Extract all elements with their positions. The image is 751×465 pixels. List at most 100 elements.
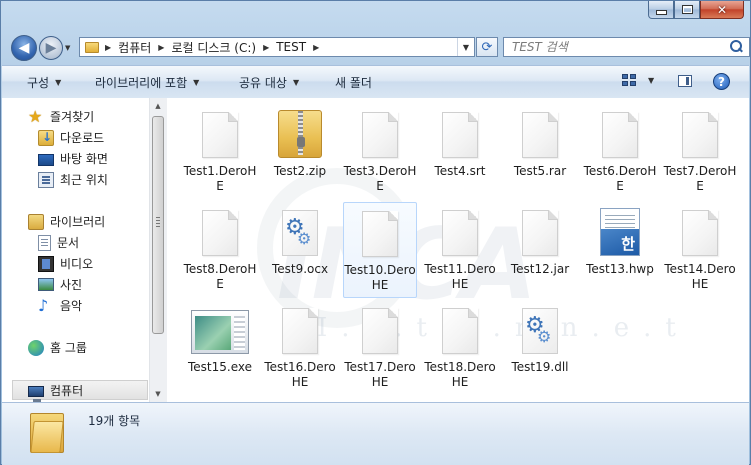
forward-arrow-icon: ▶ bbox=[45, 40, 57, 56]
details-pane: 19개 항목 bbox=[2, 402, 749, 465]
sidebar-item-videos[interactable]: 비디오 bbox=[38, 255, 93, 272]
exe-file-icon bbox=[191, 306, 249, 354]
maximize-button[interactable] bbox=[674, 1, 700, 19]
back-button[interactable]: ◀ bbox=[11, 35, 37, 61]
file-item[interactable]: Test10.DeroHE bbox=[343, 202, 417, 298]
search-input[interactable] bbox=[504, 38, 729, 56]
file-item[interactable]: ⚙ ⚙ Test9.ocx bbox=[263, 202, 337, 298]
search-icon[interactable] bbox=[729, 39, 745, 55]
file-item[interactable]: Test5.rar bbox=[503, 104, 577, 200]
scroll-down-icon[interactable]: ▼ bbox=[150, 386, 166, 402]
chevron-down-icon: ▼ bbox=[292, 78, 300, 87]
sidebar-item-recent-places[interactable]: 최근 위치 bbox=[38, 171, 108, 188]
change-view-button[interactable]: ▼ bbox=[622, 74, 654, 86]
documents-icon bbox=[38, 234, 51, 251]
file-name: Test2.zip bbox=[273, 164, 327, 178]
breadcrumb-local-disk[interactable]: 로컬 디스크 (C:) bbox=[171, 39, 256, 56]
preview-pane-icon[interactable] bbox=[678, 75, 692, 87]
blank-file-icon bbox=[196, 110, 244, 158]
file-item[interactable]: Test11.DeroHE bbox=[423, 202, 497, 298]
file-item[interactable]: 한 Test13.hwp bbox=[583, 202, 657, 298]
close-icon: ✕ bbox=[716, 2, 728, 17]
sidebar-scrollbar[interactable]: ▲ ▼ bbox=[149, 98, 167, 402]
sidebar-item-label: 사진 bbox=[60, 278, 83, 292]
sidebar-item-computer[interactable]: 컴퓨터 bbox=[28, 382, 83, 402]
zip-folder-icon bbox=[276, 110, 324, 158]
blank-file-icon bbox=[516, 208, 564, 256]
blank-file-icon bbox=[356, 306, 404, 354]
file-item[interactable]: Test14.DeroHE bbox=[663, 202, 737, 298]
music-icon: ♪ bbox=[38, 295, 49, 315]
address-bar[interactable]: ▶ 컴퓨터 ▶ 로컬 디스크 (C:) ▶ TEST ▶ ▼ bbox=[79, 37, 475, 57]
blank-file-icon bbox=[436, 208, 484, 256]
close-button[interactable]: ✕ bbox=[700, 1, 744, 19]
sidebar-item-label: 다운로드 bbox=[60, 131, 105, 145]
blank-file-icon bbox=[276, 306, 324, 354]
include-in-library-button[interactable]: 라이브러리에 포함 ▼ bbox=[95, 74, 199, 91]
file-item[interactable]: Test6.DeroHE bbox=[583, 104, 657, 200]
breadcrumb-separator-icon[interactable]: ▶ bbox=[105, 43, 111, 52]
organize-button[interactable]: 구성 ▼ bbox=[27, 74, 61, 91]
file-item[interactable]: Test3.DeroHE bbox=[343, 104, 417, 200]
blank-file-icon bbox=[436, 110, 484, 158]
folder-icon bbox=[30, 411, 64, 455]
file-list-pane[interactable]: INCA I.n.t.e.r.n.e.t Test1.DeroHETest2.z… bbox=[167, 98, 749, 402]
blank-file-icon bbox=[196, 208, 244, 256]
pictures-icon bbox=[38, 278, 54, 291]
file-name: Test11.DeroHE bbox=[424, 262, 496, 291]
sidebar-item-libraries[interactable]: 라이브러리 bbox=[28, 213, 105, 230]
sidebar-item-pictures[interactable]: 사진 bbox=[38, 276, 82, 293]
file-name: Test7.DeroHE bbox=[663, 164, 737, 193]
sidebar-item-downloads[interactable]: 다운로드 bbox=[38, 129, 104, 146]
breadcrumb-test[interactable]: TEST bbox=[276, 40, 306, 54]
help-icon[interactable]: ? bbox=[713, 73, 730, 90]
sidebar-item-music[interactable]: ♪ 음악 bbox=[38, 297, 82, 314]
refresh-button[interactable]: ⟳ bbox=[476, 37, 498, 57]
breadcrumb-separator-icon[interactable]: ▶ bbox=[158, 43, 164, 52]
file-item[interactable]: Test18.DeroHE bbox=[423, 300, 497, 396]
new-folder-label: 새 폴더 bbox=[335, 76, 372, 90]
file-item[interactable]: Test4.srt bbox=[423, 104, 497, 200]
file-item[interactable]: ⚙ ⚙ Test19.dll bbox=[503, 300, 577, 396]
blank-file-icon bbox=[676, 208, 724, 256]
navigation-pane: ★ 즐겨찾기 다운로드 바탕 화면 최근 위치 라이브러리 문서 비디오 bbox=[2, 98, 167, 402]
file-item[interactable]: Test1.DeroHE bbox=[183, 104, 257, 200]
sidebar-item-documents[interactable]: 문서 bbox=[38, 234, 79, 251]
file-name: Test14.DeroHE bbox=[664, 262, 736, 291]
minimize-button[interactable] bbox=[648, 1, 674, 19]
file-item[interactable]: Test16.DeroHE bbox=[263, 300, 337, 396]
address-history-dropdown[interactable]: ▼ bbox=[456, 38, 474, 56]
scrollbar-thumb[interactable] bbox=[152, 116, 164, 334]
share-with-button[interactable]: 공유 대상 ▼ bbox=[239, 74, 299, 91]
chevron-down-icon: ▼ bbox=[55, 78, 62, 87]
caption-buttons: ✕ bbox=[648, 1, 744, 19]
breadcrumb-computer[interactable]: 컴퓨터 bbox=[118, 39, 151, 56]
recent-pages-dropdown[interactable]: ▼ bbox=[65, 44, 70, 52]
file-item[interactable]: Test8.DeroHE bbox=[183, 202, 257, 298]
sidebar-item-favorites[interactable]: ★ 즐겨찾기 bbox=[28, 108, 94, 125]
include-library-label: 라이브러리에 포함 bbox=[95, 76, 188, 90]
new-folder-button[interactable]: 새 폴더 bbox=[335, 74, 372, 91]
sidebar-item-desktop[interactable]: 바탕 화면 bbox=[38, 150, 108, 167]
file-name: Test1.DeroHE bbox=[183, 164, 257, 193]
file-item[interactable]: Test2.zip bbox=[263, 104, 337, 200]
search-box[interactable] bbox=[503, 37, 750, 57]
file-item[interactable]: Test12.jar bbox=[503, 202, 577, 298]
file-name: Test8.DeroHE bbox=[183, 262, 257, 291]
chevron-down-icon[interactable]: ▼ bbox=[648, 76, 654, 85]
breadcrumb-separator-icon[interactable]: ▶ bbox=[313, 43, 319, 52]
blank-file-icon bbox=[356, 110, 404, 158]
file-item[interactable]: Test7.DeroHE bbox=[663, 104, 737, 200]
sidebar-item-homegroup[interactable]: 홈 그룹 bbox=[28, 339, 87, 356]
file-item[interactable]: Test15.exe bbox=[183, 300, 257, 396]
scroll-up-icon[interactable]: ▲ bbox=[150, 98, 166, 114]
blank-file-icon bbox=[356, 209, 404, 257]
file-name: Test18.DeroHE bbox=[424, 360, 496, 389]
file-name: Test9.ocx bbox=[271, 262, 329, 276]
file-item[interactable]: Test17.DeroHE bbox=[343, 300, 417, 396]
breadcrumb-separator-icon[interactable]: ▶ bbox=[263, 43, 269, 52]
forward-button[interactable]: ▶ bbox=[39, 36, 63, 60]
file-name: Test13.hwp bbox=[586, 262, 654, 276]
libraries-icon bbox=[28, 213, 44, 230]
file-name: Test15.exe bbox=[187, 360, 252, 374]
